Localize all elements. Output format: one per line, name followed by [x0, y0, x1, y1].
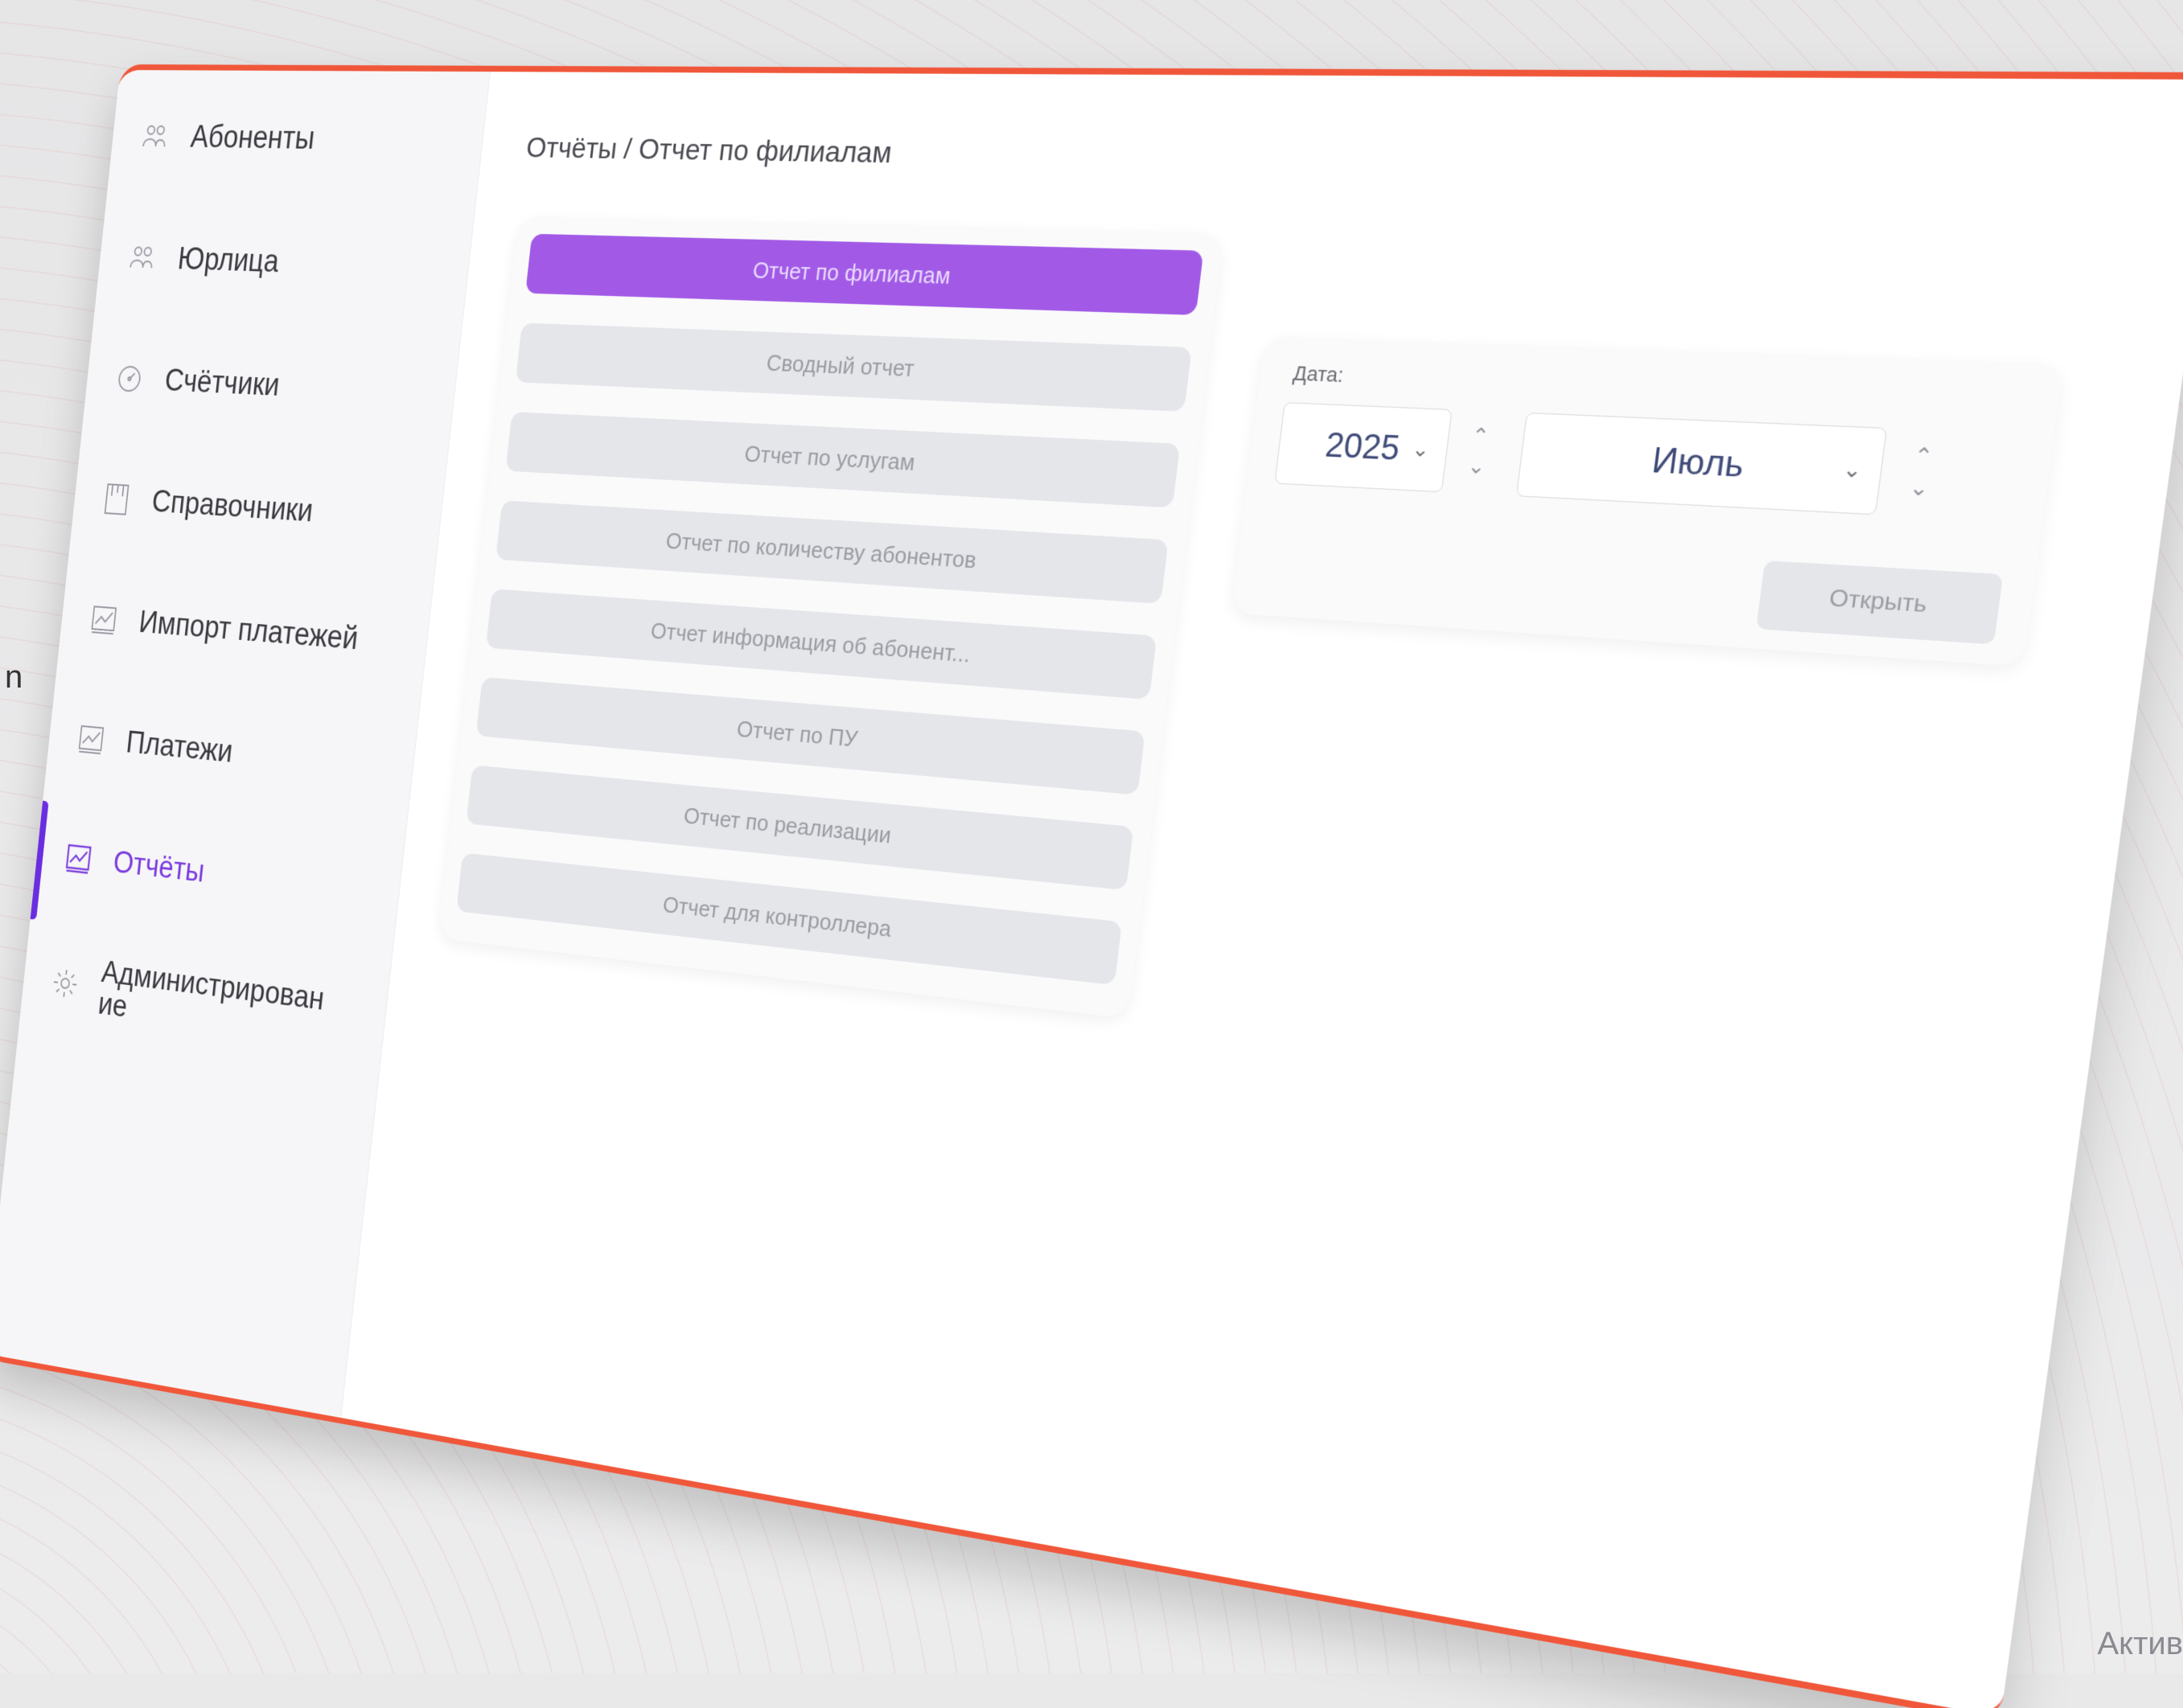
- open-button[interactable]: Открыть: [1756, 560, 2004, 645]
- sidebar-item-label: Отчёты: [111, 844, 207, 889]
- report-item-branches[interactable]: Отчет по филиалам: [525, 233, 1204, 315]
- gauge-icon: [113, 360, 146, 397]
- sidebar-item-payments[interactable]: Платежи: [75, 721, 235, 770]
- main-content: Отчёты / Отчет по филиалам Отчет по фили…: [340, 72, 2183, 1708]
- reports-list-panel: Отчет по филиалам Сводный отчет Отчет по…: [438, 216, 1224, 1019]
- app-window: Абоненты Юрлица Счётчики Справочники Имп…: [0, 64, 2183, 1708]
- sidebar-item-reports[interactable]: Отчёты: [62, 840, 206, 890]
- users-icon: [138, 119, 172, 155]
- chevron-down-icon: ⌄: [1908, 474, 1931, 501]
- chevron-up-icon: ⌃: [1470, 423, 1491, 449]
- sidebar-item-label: Счётчики: [162, 363, 282, 403]
- date-label: Дата:: [1292, 361, 1345, 387]
- report-item-services[interactable]: Отчет по услугам: [505, 412, 1181, 508]
- chevron-up-icon: ⌃: [1912, 442, 1935, 469]
- breadcrumb: Отчёты / Отчет по филиалам: [524, 131, 894, 170]
- year-select[interactable]: 2025 ⌄: [1274, 402, 1453, 493]
- sidebar-item-label: Импорт платежей: [137, 605, 360, 657]
- stage: Абоненты Юрлица Счётчики Справочники Имп…: [0, 0, 2183, 1708]
- chevron-down-icon: ⌄: [1841, 457, 1864, 482]
- sidebar-item-legal-entities[interactable]: Юрлица: [125, 240, 281, 280]
- sidebar-item-subscribers[interactable]: Абоненты: [138, 119, 317, 158]
- year-value: 2025: [1323, 425, 1403, 468]
- users-icon: [125, 240, 159, 276]
- report-item-subscriber-count[interactable]: Отчет по количеству абонентов: [495, 500, 1169, 604]
- sidebar-item-label: Платежи: [124, 725, 235, 770]
- sidebar-item-label: Юрлица: [176, 241, 281, 279]
- chevron-down-icon: ⌄: [1410, 437, 1431, 462]
- month-value: Июль: [1650, 440, 1747, 485]
- chart-icon: [62, 840, 95, 877]
- sidebar-item-directories[interactable]: Справочники: [100, 481, 314, 530]
- sidebar-item-label: Абоненты: [189, 119, 317, 156]
- report-item-subscriber-info[interactable]: Отчет информация об абонент...: [485, 589, 1157, 700]
- year-stepper[interactable]: ⌃ ⌄: [1454, 410, 1503, 494]
- sidebar-item-payment-import[interactable]: Импорт платежей: [87, 601, 360, 658]
- chart-icon: [75, 721, 108, 758]
- book-icon: [100, 481, 134, 518]
- month-select[interactable]: Июль ⌄: [1515, 412, 1888, 515]
- date-filter-panel: Дата: 2025 ⌄ ⌃ ⌄ Июль ⌄ ⌃ ⌄ Открыть: [1231, 335, 2064, 667]
- sidebar-item-meters[interactable]: Счётчики: [113, 360, 282, 404]
- active-indicator: [30, 800, 49, 920]
- sidebar-item-label: Справочники: [150, 484, 315, 529]
- sidebar-item-label: Администрирован ие: [97, 955, 327, 1024]
- gear-icon: [49, 964, 82, 1003]
- report-item-summary[interactable]: Сводный отчет: [515, 322, 1192, 412]
- chart-icon: [87, 601, 121, 638]
- sidebar-item-administration[interactable]: Администрирован ие: [47, 950, 326, 1049]
- chevron-down-icon: ⌄: [1466, 454, 1487, 478]
- month-stepper[interactable]: ⌃ ⌄: [1895, 429, 1948, 516]
